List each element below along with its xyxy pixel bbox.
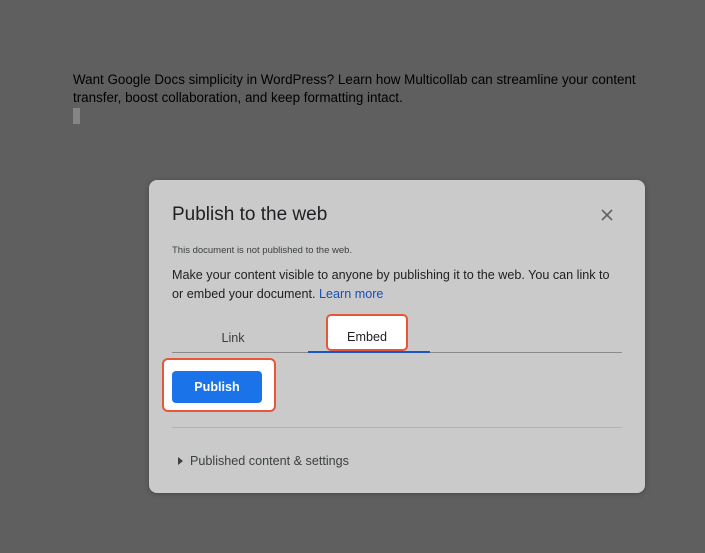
learn-more-link[interactable]: Learn more xyxy=(319,287,383,301)
publish-dialog: Publish to the web This document is not … xyxy=(149,180,645,493)
description-text: Make your content visible to anyone by p… xyxy=(172,268,610,301)
tab-link[interactable]: Link xyxy=(172,324,294,352)
dialog-description: Make your content visible to anyone by p… xyxy=(172,266,622,304)
published-settings-label: Published content & settings xyxy=(190,454,349,468)
document-body-text: Want Google Docs simplicity in WordPress… xyxy=(73,72,636,105)
tab-embed[interactable]: Embed xyxy=(326,314,408,351)
close-icon xyxy=(601,209,613,221)
document-cursor xyxy=(73,108,80,124)
caret-right-icon xyxy=(178,457,183,465)
publish-button[interactable]: Publish xyxy=(172,371,262,403)
dialog-title: Publish to the web xyxy=(172,204,328,225)
section-divider xyxy=(172,427,622,428)
close-button[interactable] xyxy=(597,205,617,225)
publish-status-text: This document is not published to the we… xyxy=(172,245,353,256)
published-settings-toggle[interactable]: Published content & settings xyxy=(172,450,349,472)
